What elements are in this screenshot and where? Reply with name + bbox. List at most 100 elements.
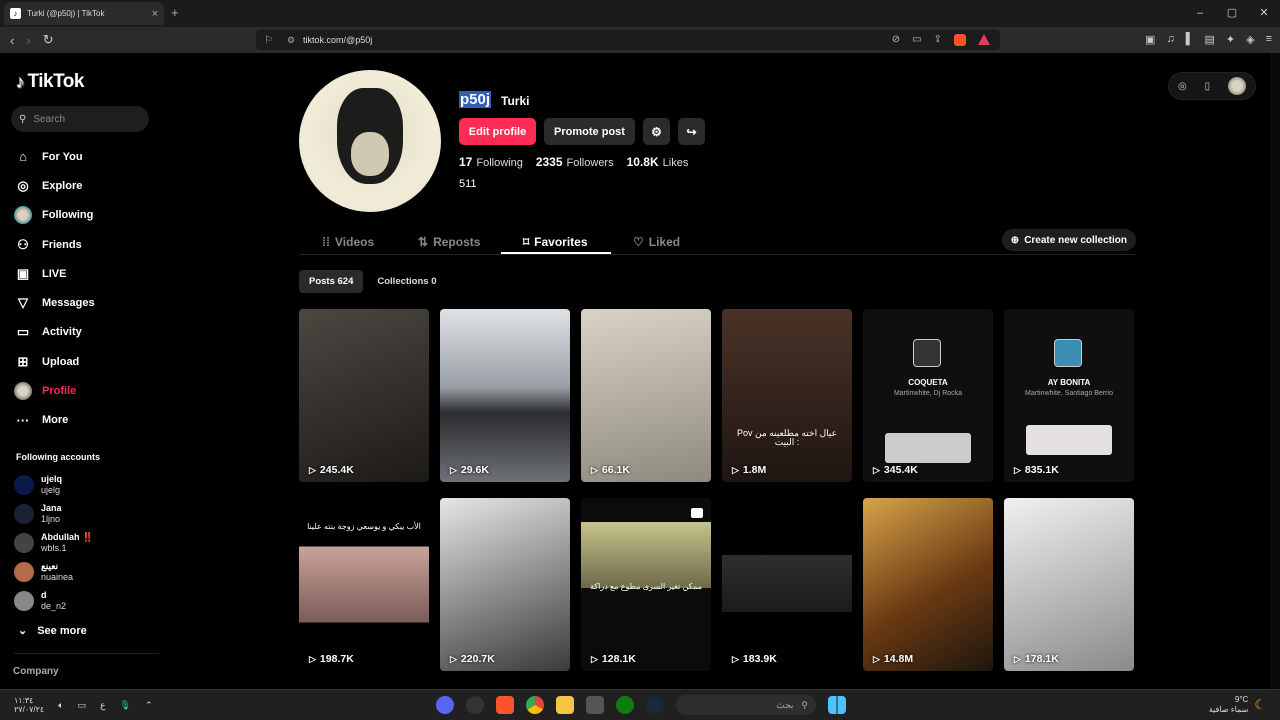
close-window-icon[interactable]: ✕ [1248, 0, 1280, 27]
leo-icon[interactable]: ✦ [1226, 33, 1235, 46]
profile-avatar[interactable] [299, 70, 441, 212]
sidebar-item-following[interactable]: Following [14, 201, 164, 230]
chevron-up-icon[interactable]: ⌃ [145, 700, 153, 711]
sidebar-toggle-icon[interactable]: ▌ [1186, 33, 1194, 46]
sidebar-item-upload[interactable]: ⊞ Upload [14, 347, 164, 376]
back-icon[interactable]: ‹ [10, 33, 14, 48]
steam-icon[interactable] [646, 696, 664, 714]
create-collection-button[interactable]: ⊕ Create new collection [1001, 229, 1136, 251]
following-account[interactable]: نعينع nuainea [14, 557, 93, 586]
video-card[interactable]: Pov عيال اخته مطلعينه من البيت : ▷ 1.8M [722, 309, 852, 482]
company-link[interactable]: Company [13, 666, 59, 677]
tab-liked[interactable]: ♡ Liked [633, 229, 680, 255]
video-card[interactable]: ▷ 29.6K [440, 309, 570, 482]
following-account[interactable]: Abdullah ‼️ wbls.1 [14, 528, 93, 557]
forward-icon[interactable]: › [26, 33, 30, 48]
following-accounts-heading: Following accounts [16, 452, 101, 462]
weather-widget[interactable]: 9°C سماء صافية ☾ [1209, 695, 1266, 715]
subtab-collections[interactable]: Collections 0 [367, 270, 446, 293]
music-icon[interactable]: ♫ [1166, 33, 1174, 46]
discord-icon[interactable] [436, 696, 454, 714]
sidebar-item-activity[interactable]: ▭ Activity [14, 318, 164, 347]
sidebar-item-messages[interactable]: ▽ Messages [14, 288, 164, 317]
video-card[interactable]: COQUETA Martinwhite, Dj Rocka ▷ 345.4K [863, 309, 993, 482]
video-card[interactable]: ▷ 183.9K [722, 498, 852, 671]
maximize-icon[interactable]: ▢ [1216, 0, 1248, 27]
avatar [14, 532, 34, 553]
active-tab-underline [501, 252, 611, 254]
sidebar-item-live[interactable]: ▣ LIVE [14, 259, 164, 288]
sidebar-item-friends[interactable]: ⚇ Friends [14, 230, 164, 259]
page-scrollbar[interactable] [1270, 53, 1280, 689]
heart-icon: ♡ [633, 235, 644, 249]
more-icon: ··· [16, 412, 30, 428]
xbox-icon[interactable] [616, 696, 634, 714]
tab-videos[interactable]: ⁞⁞ Videos [322, 229, 374, 255]
following-stat[interactable]: 17 Following [459, 155, 523, 169]
followers-stat[interactable]: 2335 Followers [536, 155, 614, 169]
video-card[interactable]: ▷ 14.8M [863, 498, 993, 671]
sidebar-item-profile[interactable]: Profile [14, 376, 164, 405]
share-page-icon[interactable]: ⇪ [934, 34, 942, 46]
menu-icon[interactable]: ≡ [1266, 33, 1272, 46]
volume-icon[interactable]: 🔈︎ [58, 700, 63, 711]
extension-icon[interactable]: ▣ [1145, 33, 1155, 46]
brave-icon[interactable] [496, 696, 514, 714]
promote-post-button[interactable]: Promote post [544, 118, 635, 145]
network-icon[interactable]: ▭ [78, 700, 87, 711]
bookmark-icon[interactable]: ⚐ [264, 35, 273, 46]
close-tab-icon[interactable]: × [152, 8, 158, 20]
video-card[interactable]: ممكن تغير السرى مطوع مع دراكة ▷ 128.1K [581, 498, 711, 671]
reload-icon[interactable]: ↻ [43, 32, 54, 48]
screen-icon[interactable]: ▭ [912, 34, 921, 46]
store-icon[interactable] [586, 696, 604, 714]
following-account[interactable]: d de_n2 [14, 586, 93, 615]
file-explorer-icon[interactable] [556, 696, 574, 714]
app-icon[interactable] [466, 696, 484, 714]
browser-tab[interactable]: ♪ Turki (@p50j) | TikTok × [4, 2, 164, 25]
search-input[interactable]: ⚲ Search [11, 106, 149, 132]
site-info-icon[interactable]: ⚙ [287, 35, 295, 46]
video-card[interactable]: الأب يبكي و يوسعي زوجة بنته علينا ▷ 198.7… [299, 498, 429, 671]
video-card[interactable]: ▷ 220.7K [440, 498, 570, 671]
microphone-icon[interactable]: 🎙︎ [120, 700, 131, 711]
share-profile-button[interactable]: ↪ [678, 118, 705, 145]
following-account[interactable]: Jana 1ljno [14, 499, 93, 528]
brave-rewards-icon[interactable] [978, 34, 990, 45]
url-field[interactable]: ⚐ ⚙ tiktok.com/@p50j ⊘ ▭ ⇪ [256, 30, 1000, 50]
see-more-button[interactable]: ⌄ See more [18, 624, 87, 638]
subtab-posts[interactable]: Posts 624 [299, 270, 364, 293]
edit-profile-button[interactable]: Edit profile [459, 118, 536, 145]
chrome-icon[interactable] [526, 696, 544, 714]
video-card[interactable]: ▷ 66.1K [581, 309, 711, 482]
vpn-icon[interactable]: ◈ [1246, 33, 1254, 46]
chevron-down-icon: ⌄ [18, 625, 28, 637]
sidebar-item-explore[interactable]: ◎ Explore [14, 171, 164, 200]
clock[interactable]: ١١:٣٤ ٢٧/٠٧/٢٤ [14, 696, 44, 714]
no-cast-icon[interactable]: ⊘ [892, 34, 900, 46]
taskbar-search-input[interactable]: بحث ⚲ [676, 695, 816, 715]
waveform [885, 433, 971, 463]
brave-shield-icon[interactable] [954, 34, 966, 46]
language-icon[interactable]: ع [100, 700, 105, 711]
video-card[interactable]: ▷ 245.4K [299, 309, 429, 482]
settings-button[interactable]: ⚙ [643, 118, 670, 145]
account-avatar[interactable] [1228, 77, 1247, 95]
repost-icon: ⇅ [418, 235, 429, 249]
device-icon[interactable]: ▯ [1205, 81, 1211, 92]
new-tab-icon[interactable]: + [171, 5, 179, 20]
avatar [14, 561, 34, 582]
windows-start-icon[interactable] [828, 696, 846, 714]
coins-icon[interactable]: ◎ [1178, 81, 1187, 92]
sidebar-item-more[interactable]: ··· More [14, 406, 164, 435]
play-icon: ▷ [1014, 653, 1021, 664]
wallet-icon[interactable]: ▤ [1204, 33, 1214, 46]
tiktok-logo[interactable]: ♪ TikTok [16, 71, 84, 93]
sidebar-item-for-you[interactable]: ⌂ For You [14, 142, 164, 171]
following-account[interactable]: ujelq ujelg [14, 470, 93, 499]
video-card[interactable]: ▷ 178.1K [1004, 498, 1134, 671]
minimize-icon[interactable]: – [1184, 0, 1216, 27]
video-caption: ممكن تغير السرى مطوع مع دراكة [590, 582, 702, 591]
video-card[interactable]: AY BONITA Martinwhite, Santiago Berrio ▷… [1004, 309, 1134, 482]
tab-reposts[interactable]: ⇅ Reposts [418, 229, 480, 255]
